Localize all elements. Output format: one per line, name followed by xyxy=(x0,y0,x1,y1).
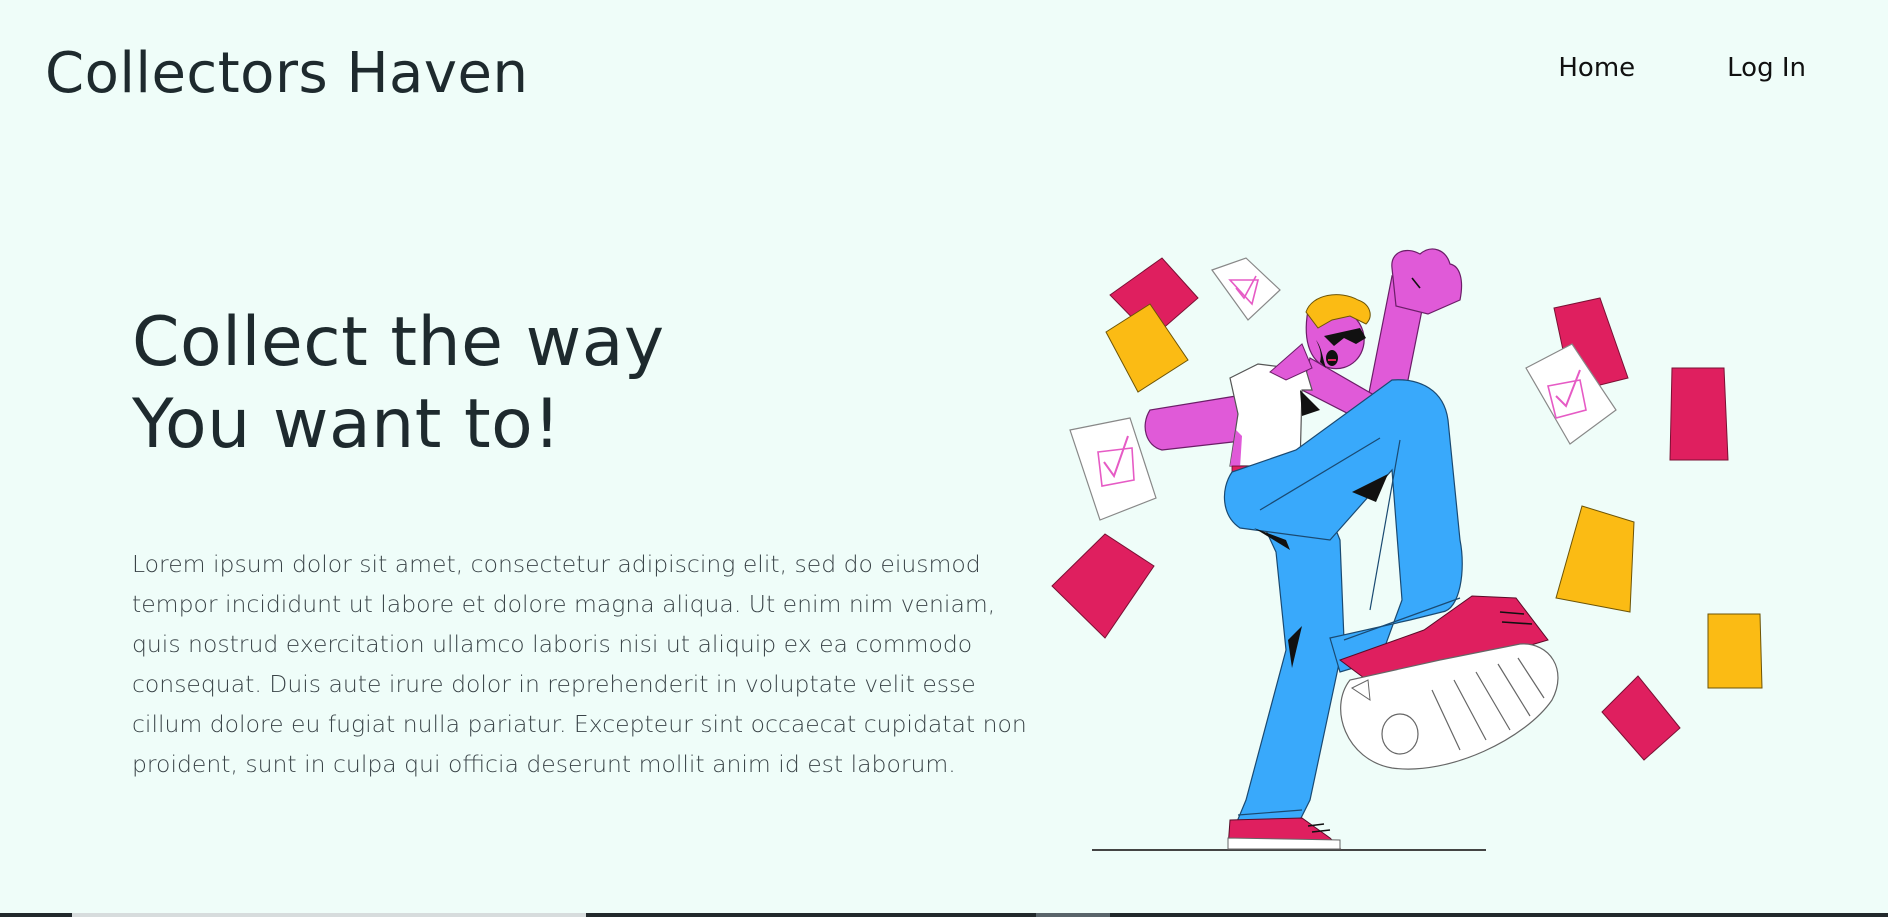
scrollbar-segment xyxy=(72,913,586,917)
nav-login-link[interactable]: Log In xyxy=(1727,50,1806,86)
hero-title-line-2: You want to! xyxy=(132,385,562,464)
hero-section: Collect the way You want to! xyxy=(132,302,1032,466)
bottom-scrollbar[interactable] xyxy=(0,913,1888,917)
fist xyxy=(1391,248,1463,315)
main-nav: Home Log In xyxy=(1558,50,1806,86)
nav-home-link[interactable]: Home xyxy=(1558,50,1635,86)
magenta-card-5 xyxy=(1601,675,1681,761)
hero-description: Lorem ipsum dolor sit amet, consectetur … xyxy=(132,550,1027,778)
celebrating-person-illustration xyxy=(1051,248,1763,851)
yellow-card-2 xyxy=(1555,505,1635,613)
magenta-card-4 xyxy=(1669,367,1729,461)
hero-title: Collect the way You want to! xyxy=(132,302,1032,466)
site-header: Collectors Haven Home Log In xyxy=(0,0,1888,150)
checked-card-2 xyxy=(1069,417,1157,521)
yellow-card-3 xyxy=(1707,613,1763,689)
site-logo-text[interactable]: Collectors Haven xyxy=(45,38,528,110)
hero-title-line-1: Collect the way xyxy=(132,303,665,382)
magenta-card-2 xyxy=(1051,533,1155,639)
scrollbar-segment xyxy=(1036,913,1110,917)
mouth xyxy=(1326,350,1338,366)
checked-card-1 xyxy=(1211,257,1281,321)
